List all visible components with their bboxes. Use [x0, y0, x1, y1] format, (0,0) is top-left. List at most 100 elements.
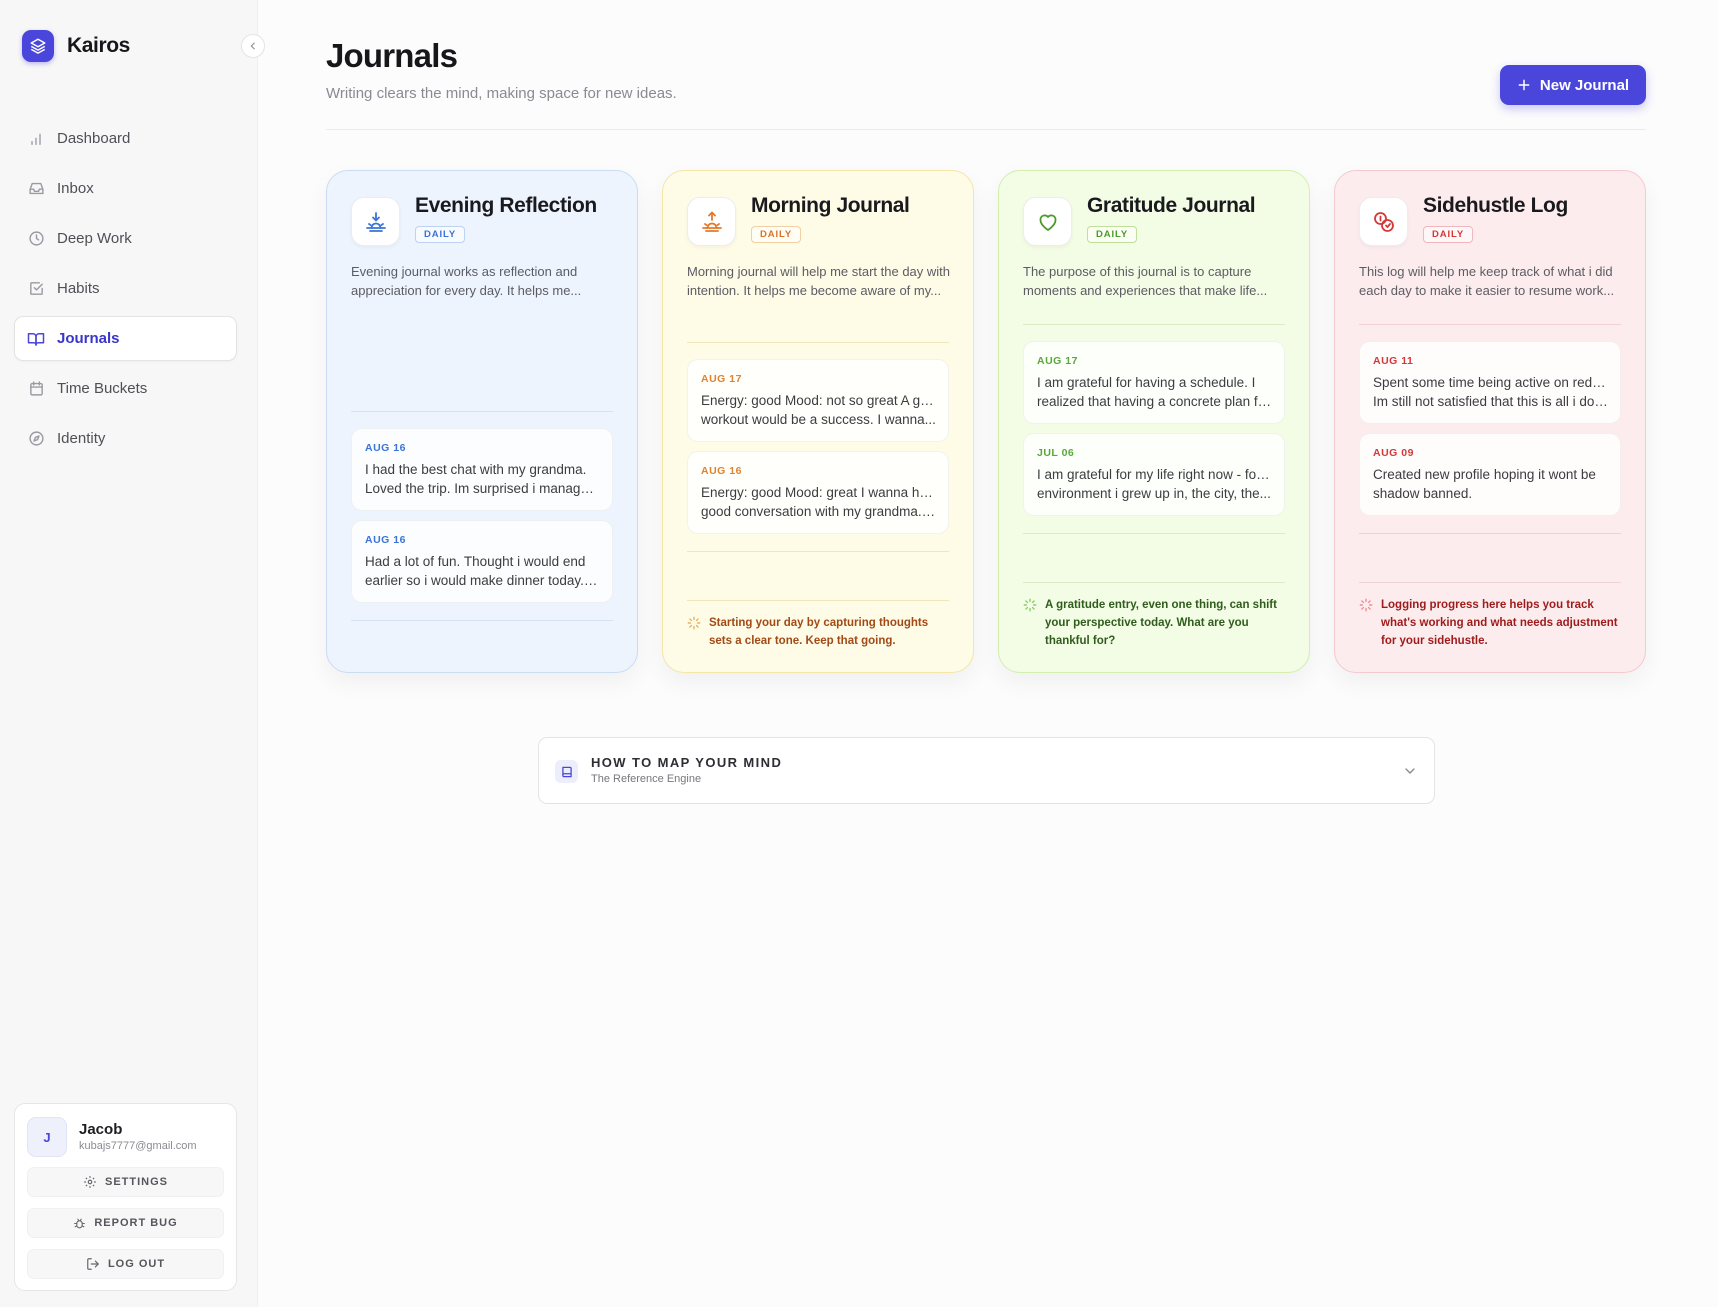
entry-text: Energy: good Mood: not so great A good w… — [701, 393, 937, 427]
entry-text: I had the best chat with my grandma. Lov… — [365, 462, 601, 496]
journal-description: The purpose of this journal is to captur… — [1023, 264, 1268, 298]
chevron-left-icon — [250, 42, 255, 50]
sidebar-item-time-buckets[interactable]: Time Buckets — [14, 366, 237, 411]
entry-date: AUG 16 — [701, 465, 742, 477]
collapse-sidebar-button[interactable] — [241, 34, 265, 58]
app-root: Kairos Dashboard Inbox Deep Work Habits — [0, 0, 1718, 1307]
loader-icon — [1023, 598, 1037, 612]
new-journal-label: New Journal — [1539, 76, 1630, 94]
accordion-title: HOW TO MAP YOUR MIND — [591, 755, 783, 770]
avatar[interactable]: J — [27, 1117, 67, 1157]
card-divider — [1359, 324, 1621, 325]
heart-icon — [1023, 197, 1072, 246]
entry-text: Had a lot of fun. Thought i would end ea… — [365, 554, 601, 588]
sunrise-icon — [687, 197, 736, 246]
settings-button[interactable]: SETTINGS — [27, 1167, 224, 1197]
card-divider — [1359, 582, 1621, 583]
card-divider — [1359, 533, 1621, 534]
journal-entry[interactable]: AUG 11 Spent some time being active on r… — [1359, 341, 1621, 424]
entry-text: Energy: good Mood: great I wanna have a … — [701, 485, 937, 519]
journal-description: Morning journal will help me start the d… — [687, 264, 951, 298]
frequency-badge: DAILY — [751, 226, 802, 243]
journal-card-morning-journal[interactable]: Morning Journal DAILY Morning journal wi… — [662, 170, 974, 673]
new-journal-button[interactable]: New Journal — [1500, 65, 1646, 105]
loader-icon — [1359, 598, 1373, 612]
frequency-badge: DAILY — [1087, 226, 1138, 243]
sidebar-item-journals[interactable]: Journals — [14, 316, 237, 361]
sidebar-item-identity[interactable]: Identity — [14, 416, 237, 461]
card-divider — [687, 551, 949, 552]
compass-icon — [27, 430, 45, 448]
entry-text: Spent some time being active on reddit. … — [1373, 375, 1609, 409]
journal-description: Evening journal works as reflection and … — [351, 264, 582, 298]
checkbox-icon — [27, 280, 45, 298]
accordion-subtitle: The Reference Engine — [591, 773, 702, 785]
sunset-icon — [351, 197, 400, 246]
journal-card-sidehustle-log[interactable]: Sidehustle Log DAILY This log will help … — [1334, 170, 1646, 673]
brand[interactable]: Kairos — [22, 30, 130, 62]
journal-title: Morning Journal — [751, 194, 910, 217]
entry-date: JUL 06 — [1037, 447, 1075, 459]
entry-date: AUG 16 — [365, 534, 406, 546]
sidebar-item-label: Inbox — [57, 180, 94, 197]
journal-description: This log will help me keep track of what… — [1359, 264, 1615, 298]
report-bug-label: REPORT BUG — [94, 1217, 178, 1229]
journal-title: Sidehustle Log — [1423, 194, 1568, 217]
report-bug-button[interactable]: REPORT BUG — [27, 1208, 224, 1238]
frequency-badge: DAILY — [415, 226, 466, 243]
log-out-button[interactable]: LOG OUT — [27, 1249, 224, 1279]
journal-card-gratitude-journal[interactable]: Gratitude Journal DAILY The purpose of t… — [998, 170, 1310, 673]
journal-title: Evening Reflection — [415, 194, 597, 217]
log-out-icon — [87, 1258, 99, 1270]
entry-text: I am grateful for my life right now - fo… — [1037, 467, 1273, 501]
sidebar-item-habits[interactable]: Habits — [14, 266, 237, 311]
user-card: J Jacob kubajs7777@gmail.com SETTINGS RE… — [14, 1103, 237, 1291]
chevron-down-icon[interactable] — [1402, 763, 1418, 779]
gear-icon — [84, 1176, 96, 1188]
journal-entry[interactable]: AUG 09 Created new profile hoping it won… — [1359, 433, 1621, 516]
journal-entry[interactable]: AUG 17 Energy: good Mood: not so great A… — [687, 359, 949, 442]
journal-tip: Logging progress here helps you track wh… — [1359, 596, 1624, 650]
entry-text: I am grateful for having a schedule. I r… — [1037, 375, 1273, 409]
journal-card-evening-reflection[interactable]: Evening Reflection DAILY Evening journal… — [326, 170, 638, 673]
user-email: kubajs7777@gmail.com — [79, 1140, 197, 1152]
bug-icon — [74, 1218, 86, 1228]
app-name: Kairos — [67, 34, 130, 57]
entry-date: AUG 09 — [1373, 447, 1414, 459]
card-divider — [351, 620, 613, 621]
inbox-icon — [27, 180, 45, 198]
sidebar-item-dashboard[interactable]: Dashboard — [14, 116, 237, 161]
journal-title: Gratitude Journal — [1087, 194, 1256, 217]
sidebar-item-label: Journals — [57, 330, 120, 347]
card-divider — [687, 342, 949, 343]
sidebar-item-label: Time Buckets — [57, 380, 148, 397]
loader-icon — [687, 616, 701, 630]
journal-entry[interactable]: AUG 16 Energy: good Mood: great I wanna … — [687, 451, 949, 534]
entry-date: AUG 16 — [365, 442, 406, 454]
header-divider — [326, 129, 1646, 130]
journal-entry[interactable]: JUL 06 I am grateful for my life right n… — [1023, 433, 1285, 516]
user-name: Jacob — [79, 1121, 123, 1138]
plus-icon — [1518, 79, 1530, 91]
journal-entry[interactable]: AUG 16 I had the best chat with my grand… — [351, 428, 613, 511]
card-divider — [351, 411, 613, 412]
page-title: Journals — [326, 37, 458, 74]
reference-accordion[interactable]: HOW TO MAP YOUR MIND The Reference Engin… — [538, 737, 1435, 804]
journal-entry[interactable]: AUG 16 Had a lot of fun. Thought i would… — [351, 520, 613, 603]
clock-icon — [27, 230, 45, 248]
frequency-badge: DAILY — [1423, 226, 1474, 243]
calendar-icon — [27, 380, 45, 398]
sidebar: Kairos Dashboard Inbox Deep Work Habits — [0, 0, 265, 1307]
journal-entry[interactable]: AUG 17 I am grateful for having a schedu… — [1023, 341, 1285, 424]
sidebar-item-inbox[interactable]: Inbox — [14, 166, 237, 211]
settings-label: SETTINGS — [104, 1176, 168, 1188]
card-divider — [687, 600, 949, 601]
sidebar-item-label: Dashboard — [57, 130, 131, 147]
card-divider — [1023, 533, 1285, 534]
entry-date: AUG 17 — [1037, 355, 1078, 367]
entry-text: Created new profile hoping it wont be sh… — [1373, 467, 1596, 501]
sidebar-item-deep-work[interactable]: Deep Work — [14, 216, 237, 261]
bar-chart-icon — [27, 130, 45, 148]
sidebar-item-label: Habits — [57, 280, 100, 297]
page-subtitle: Writing clears the mind, making space fo… — [326, 85, 677, 102]
